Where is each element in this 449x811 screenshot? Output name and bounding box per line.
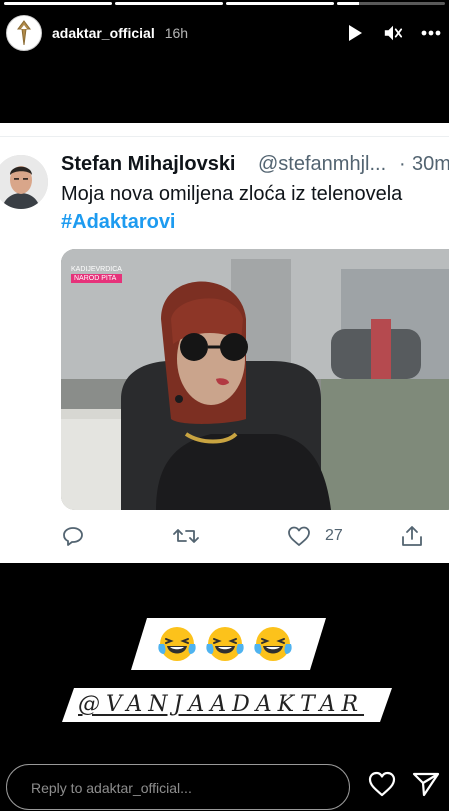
post-time: 16h bbox=[164, 25, 189, 41]
avatar[interactable] bbox=[6, 15, 42, 51]
more-options-icon[interactable] bbox=[421, 23, 441, 43]
username[interactable]: adaktar_official bbox=[52, 25, 155, 41]
share-icon bbox=[402, 526, 422, 546]
tweet-time[interactable]: 30m bbox=[412, 153, 449, 176]
reply-icon bbox=[63, 527, 83, 546]
story-header: adaktar_official 16h bbox=[6, 12, 449, 54]
laughing-crying-emoji-icon bbox=[158, 627, 196, 661]
retweet-icon bbox=[173, 529, 199, 543]
like-story-button[interactable] bbox=[367, 770, 397, 800]
tweet-author-handle[interactable]: @stefanmhjl... bbox=[258, 153, 386, 176]
laughing-crying-emoji-icon bbox=[254, 627, 292, 661]
share-action[interactable] bbox=[400, 521, 424, 551]
like-action[interactable]: 27 bbox=[287, 521, 343, 551]
emoji-sticker[interactable] bbox=[157, 624, 293, 664]
send-button[interactable] bbox=[412, 771, 442, 801]
progress-fill bbox=[337, 2, 359, 5]
tweet-hashtag[interactable]: #Adaktarovi bbox=[61, 211, 176, 234]
media-caption-line: KADIJEVRDICA bbox=[71, 266, 122, 273]
reply-bar bbox=[6, 764, 350, 811]
retweet-action[interactable] bbox=[173, 521, 199, 551]
progress-fill bbox=[4, 2, 112, 5]
story-progress bbox=[4, 2, 445, 5]
progress-fill bbox=[115, 2, 223, 5]
adaktar-logo-icon bbox=[17, 20, 31, 46]
tweet-actions: 27 bbox=[0, 521, 449, 551]
tweet-media[interactable]: KADIJEVRDICA NAROD PITA bbox=[61, 249, 449, 510]
reply-action[interactable] bbox=[62, 521, 84, 551]
mute-icon[interactable] bbox=[383, 23, 403, 43]
media-photo bbox=[61, 249, 449, 510]
laughing-crying-emoji-icon bbox=[206, 627, 244, 661]
progress-segment bbox=[115, 2, 223, 5]
progress-segment bbox=[226, 2, 334, 5]
tweet-text: Moja nova omiljena zloća iz telenovela bbox=[61, 183, 403, 205]
heart-outline-icon bbox=[288, 526, 310, 546]
media-caption: KADIJEVRDICA NAROD PITA bbox=[71, 265, 122, 283]
tweet-author-name[interactable]: Stefan Mihajlovski bbox=[61, 153, 236, 176]
header-controls bbox=[345, 12, 441, 54]
like-count: 27 bbox=[325, 527, 343, 544]
mention-sticker[interactable]: @VANJAADAKTAR bbox=[78, 690, 378, 720]
progress-fill bbox=[226, 2, 334, 5]
progress-segment bbox=[337, 2, 445, 5]
divider bbox=[0, 136, 449, 137]
play-icon[interactable] bbox=[345, 23, 365, 43]
tweet-card[interactable]: Stefan Mihajlovski @stefanmhjl... · 30m … bbox=[0, 123, 449, 563]
send-icon bbox=[412, 772, 440, 797]
tweet-author-avatar[interactable] bbox=[0, 155, 48, 209]
separator-dot: · bbox=[399, 153, 406, 175]
progress-segment bbox=[4, 2, 112, 5]
heart-icon bbox=[368, 771, 396, 797]
media-caption-line: NAROD PITA bbox=[71, 274, 122, 283]
reply-input[interactable] bbox=[29, 765, 333, 811]
